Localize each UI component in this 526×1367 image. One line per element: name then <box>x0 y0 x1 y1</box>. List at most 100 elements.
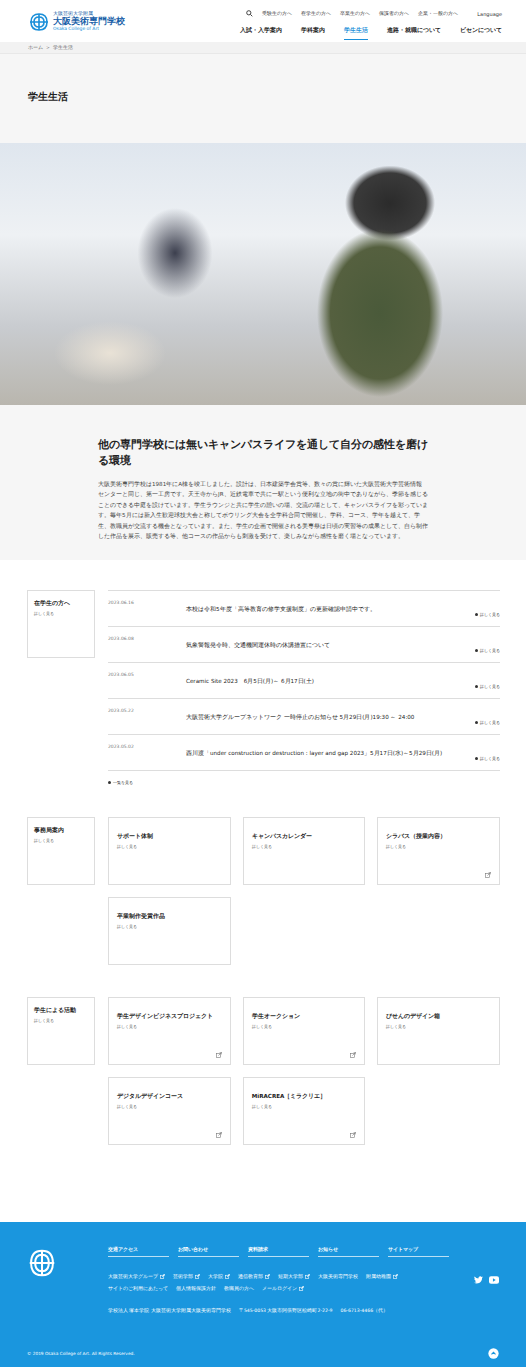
news-title: 西川渡「under construction or destruction : … <box>186 744 460 758</box>
top-link[interactable]: 企業・一般の方へ <box>418 11 458 16</box>
card-more: 詳しく見る <box>386 844 491 849</box>
more-link[interactable]: 詳しく見る <box>475 756 500 761</box>
link-card[interactable]: デジタルデザインコース詳しく見る <box>108 1077 231 1145</box>
card-title: サポート体制 <box>117 833 222 840</box>
news-date: 2023.06.08 <box>108 636 186 641</box>
card-more: 詳しく見る <box>117 924 222 929</box>
top-link[interactable]: 卒業生の方へ <box>340 11 370 16</box>
footer-link[interactable]: 大阪芸術大学グループ <box>108 1274 165 1279</box>
top-link[interactable]: 保護者の方へ <box>379 11 409 16</box>
footer-heading[interactable]: 資料請求 <box>248 1246 309 1257</box>
nav-item[interactable]: ビセンについて <box>460 26 502 40</box>
page-top-icon[interactable] <box>488 1348 499 1359</box>
news-date: 2023.06.05 <box>108 672 186 677</box>
news-row[interactable]: 2023.05.02西川渡「under construction or dest… <box>108 735 500 771</box>
breadcrumb-item[interactable]: ホーム <box>28 45 43 50</box>
news-title: 大阪芸術大学グループネットワーク 一時停止のお知らせ 5月29日(月)19:30… <box>186 708 460 722</box>
more-link[interactable]: 詳しく見る <box>475 612 500 617</box>
section-label[interactable]: 事務局案内詳しく見る <box>27 817 95 885</box>
footer-heading[interactable]: お知らせ <box>318 1246 379 1257</box>
footer-link[interactable]: メールログイン <box>262 1286 304 1291</box>
footer-link[interactable]: 通信教育部 <box>238 1274 270 1279</box>
card-title: MiRACREA［ミラクリエ］ <box>252 1093 357 1100</box>
card-more: 詳しく見る <box>117 844 222 849</box>
footer-heading[interactable]: お問い合わせ <box>178 1246 239 1257</box>
external-link-icon <box>485 872 491 878</box>
top-link[interactable]: 受験生の方へ <box>262 11 292 16</box>
logo[interactable]: 大阪芸術大学附属大阪美術専門学校Osaka College of Art <box>28 10 125 34</box>
twitter-icon[interactable] <box>474 1276 483 1284</box>
card-more: 詳しく見る <box>252 1024 357 1029</box>
footer-address: 学校法人 塚本学院 大阪芸術大学附属大阪美術専門学校〒545-0053 大阪市阿… <box>108 1308 474 1313</box>
external-link-icon <box>216 1132 222 1138</box>
emblem-icon <box>28 12 50 32</box>
link-card[interactable]: シラバス（授業内容） 詳しく見る <box>377 817 500 885</box>
link-card[interactable]: サポート体制詳しく見る <box>108 817 231 885</box>
link-card[interactable]: 学生デザインビジネスプロジェクト詳しく見る <box>108 997 231 1065</box>
footer-link[interactable]: 芸術学部 <box>173 1274 200 1279</box>
more-link[interactable]: 詳しく見る <box>475 648 500 653</box>
list-link[interactable]: 一覧を見る <box>108 780 500 785</box>
footer-link[interactable]: 大学院 <box>208 1274 230 1279</box>
external-link-icon <box>350 1052 356 1058</box>
footer-heading[interactable]: 交通アクセス <box>108 1246 169 1257</box>
external-link-icon <box>225 1274 230 1279</box>
news-title: 本校は令和5年度「高等教育の修学支援制度」の更新確認申請中です。 <box>186 600 460 614</box>
top-link[interactable]: 在学生の方へ <box>301 11 331 16</box>
language-link[interactable]: Language <box>477 11 502 17</box>
section-label[interactable]: 学生による活動詳しく見る <box>27 997 95 1065</box>
external-link-icon <box>216 1052 222 1058</box>
news-row[interactable]: 2023.06.05Ceramic Site 2023 6月5日(月)～ 6月1… <box>108 663 500 699</box>
search-icon[interactable] <box>246 10 253 17</box>
card-more: 詳しく見る <box>386 1024 491 1029</box>
nav-item[interactable]: 学科案内 <box>301 26 325 40</box>
news-row[interactable]: 2023.06.08気象警報発令時、交通機関運休時の休講措置について詳しく見る <box>108 627 500 663</box>
footer-link[interactable]: 大阪美術専門学校 <box>318 1274 358 1279</box>
card-title: シラバス（授業内容） <box>386 833 491 840</box>
footer-link[interactable]: 附属幼稚園 <box>366 1274 398 1279</box>
card-more: 詳しく見る <box>117 1024 222 1029</box>
more-link[interactable]: 詳しく見る <box>475 684 500 689</box>
intro-heading: 他の専門学校には無いキャンパスライフを通して自分の感性を磨ける環境 <box>98 437 428 469</box>
news-row[interactable]: 2023.05.22大阪芸術大学グループネットワーク 一時停止のお知らせ 5月2… <box>108 699 500 735</box>
footer-link[interactable]: 短期大学部 <box>278 1274 310 1279</box>
site-header: 大阪芸術大学附属大阪美術専門学校Osaka College of Art 受験生の… <box>0 0 526 42</box>
link-card[interactable]: 学生オークション詳しく見る <box>243 997 366 1065</box>
external-link-icon <box>393 1274 398 1279</box>
footer-link[interactable]: 個人情報保護方針 <box>176 1286 216 1291</box>
section-label[interactable]: 在学生の方へ詳しく見る <box>27 590 95 658</box>
footer-heading[interactable]: サイトマップ <box>388 1246 449 1257</box>
nav-item[interactable]: 入試・入学案内 <box>240 26 282 40</box>
page-title: 学生生活 <box>0 54 526 104</box>
intro: 他の専門学校には無いキャンパスライフを通して自分の感性を磨ける環境大阪美術専門学… <box>0 405 526 560</box>
news-date: 2023.06.16 <box>108 600 186 605</box>
link-card[interactable]: MiRACREA［ミラクリエ］ 詳しく見る <box>243 1077 366 1145</box>
card-more: 詳しく見る <box>252 1104 357 1109</box>
footer-link[interactable]: 教職員の方へ <box>224 1286 254 1291</box>
youtube-icon[interactable] <box>489 1276 499 1284</box>
link-section: 事務局案内詳しく見るサポート体制詳しく見るキャンパスカレンダー詳しく見るシラバス… <box>0 817 526 965</box>
link-card[interactable]: びせんのデザイン箱詳しく見る <box>377 997 500 1065</box>
link-card[interactable]: 卒業制作受賞作品詳しく見る <box>108 897 231 965</box>
news-list: 2023.06.16本校は令和5年度「高等教育の修学支援制度」の更新確認申請中で… <box>108 590 500 771</box>
nav-item[interactable]: 学生生活 <box>344 26 368 40</box>
external-link-icon <box>195 1274 200 1279</box>
card-title: びせんのデザイン箱 <box>386 1013 491 1020</box>
link-card[interactable]: キャンパスカレンダー詳しく見る <box>243 817 366 885</box>
bullet-icon <box>475 685 478 688</box>
card-title: キャンパスカレンダー <box>252 833 357 840</box>
card-grid: 学生デザインビジネスプロジェクト詳しく見る学生オークション詳しく見るびせんのデザ… <box>108 997 500 1145</box>
more-link[interactable]: 詳しく見る <box>475 720 500 725</box>
news-date: 2023.05.22 <box>108 708 186 713</box>
news-row[interactable]: 2023.06.16本校は令和5年度「高等教育の修学支援制度」の更新確認申請中で… <box>108 591 500 627</box>
news-title: Ceramic Site 2023 6月5日(月)～ 6月17日(土) <box>186 672 460 686</box>
card-title: デジタルデザインコース <box>117 1093 222 1100</box>
external-link-icon <box>350 1132 356 1138</box>
emblem-icon[interactable] <box>27 1248 57 1278</box>
breadcrumb: ホーム>学生生活 <box>0 42 526 54</box>
footer-link[interactable]: サイトのご利用にあたって <box>108 1286 168 1291</box>
card-more: 詳しく見る <box>252 844 357 849</box>
nav-item[interactable]: 進路・就職について <box>387 26 441 40</box>
news-title: 気象警報発令時、交通機関運休時の休講措置について <box>186 636 460 650</box>
external-link-icon <box>299 1286 304 1291</box>
